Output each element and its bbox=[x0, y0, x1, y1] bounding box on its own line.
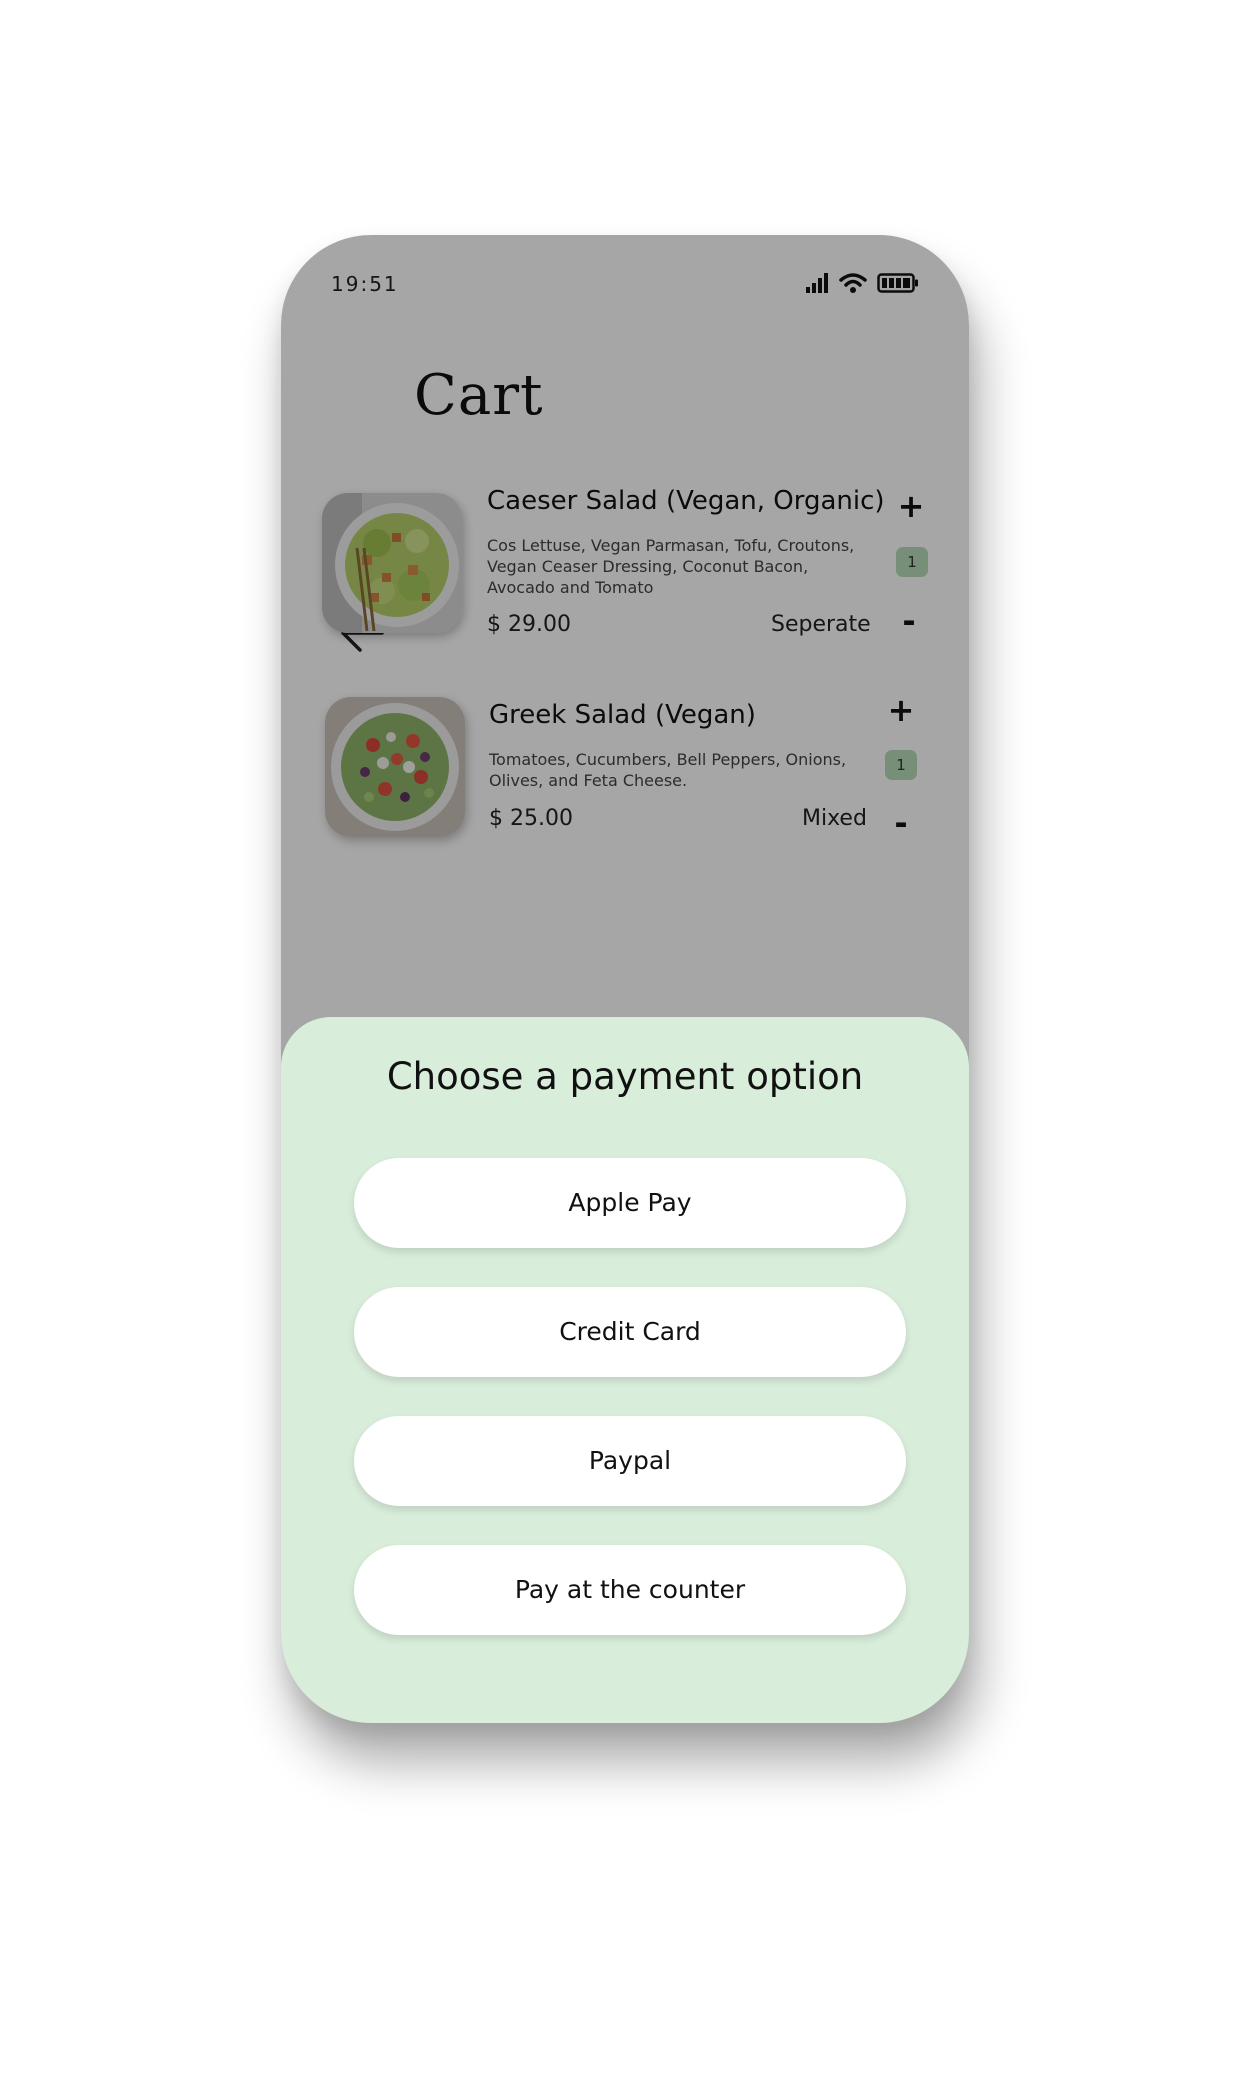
credit-card-button[interactable]: Credit Card bbox=[354, 1287, 906, 1377]
payment-sheet: Choose a payment option Apple Pay Credit… bbox=[281, 1017, 969, 1723]
apple-pay-button[interactable]: Apple Pay bbox=[354, 1158, 906, 1248]
pay-at-counter-button[interactable]: Pay at the counter bbox=[354, 1545, 906, 1635]
cart-screen: 19:51 Cart Caeser Salad (Vegan, Organic)… bbox=[281, 235, 969, 1723]
phone-frame: 19:51 Cart Caeser Salad (Vegan, Organic)… bbox=[281, 235, 969, 1723]
payment-sheet-title: Choose a payment option bbox=[386, 1055, 864, 1098]
paypal-button[interactable]: Paypal bbox=[354, 1416, 906, 1506]
